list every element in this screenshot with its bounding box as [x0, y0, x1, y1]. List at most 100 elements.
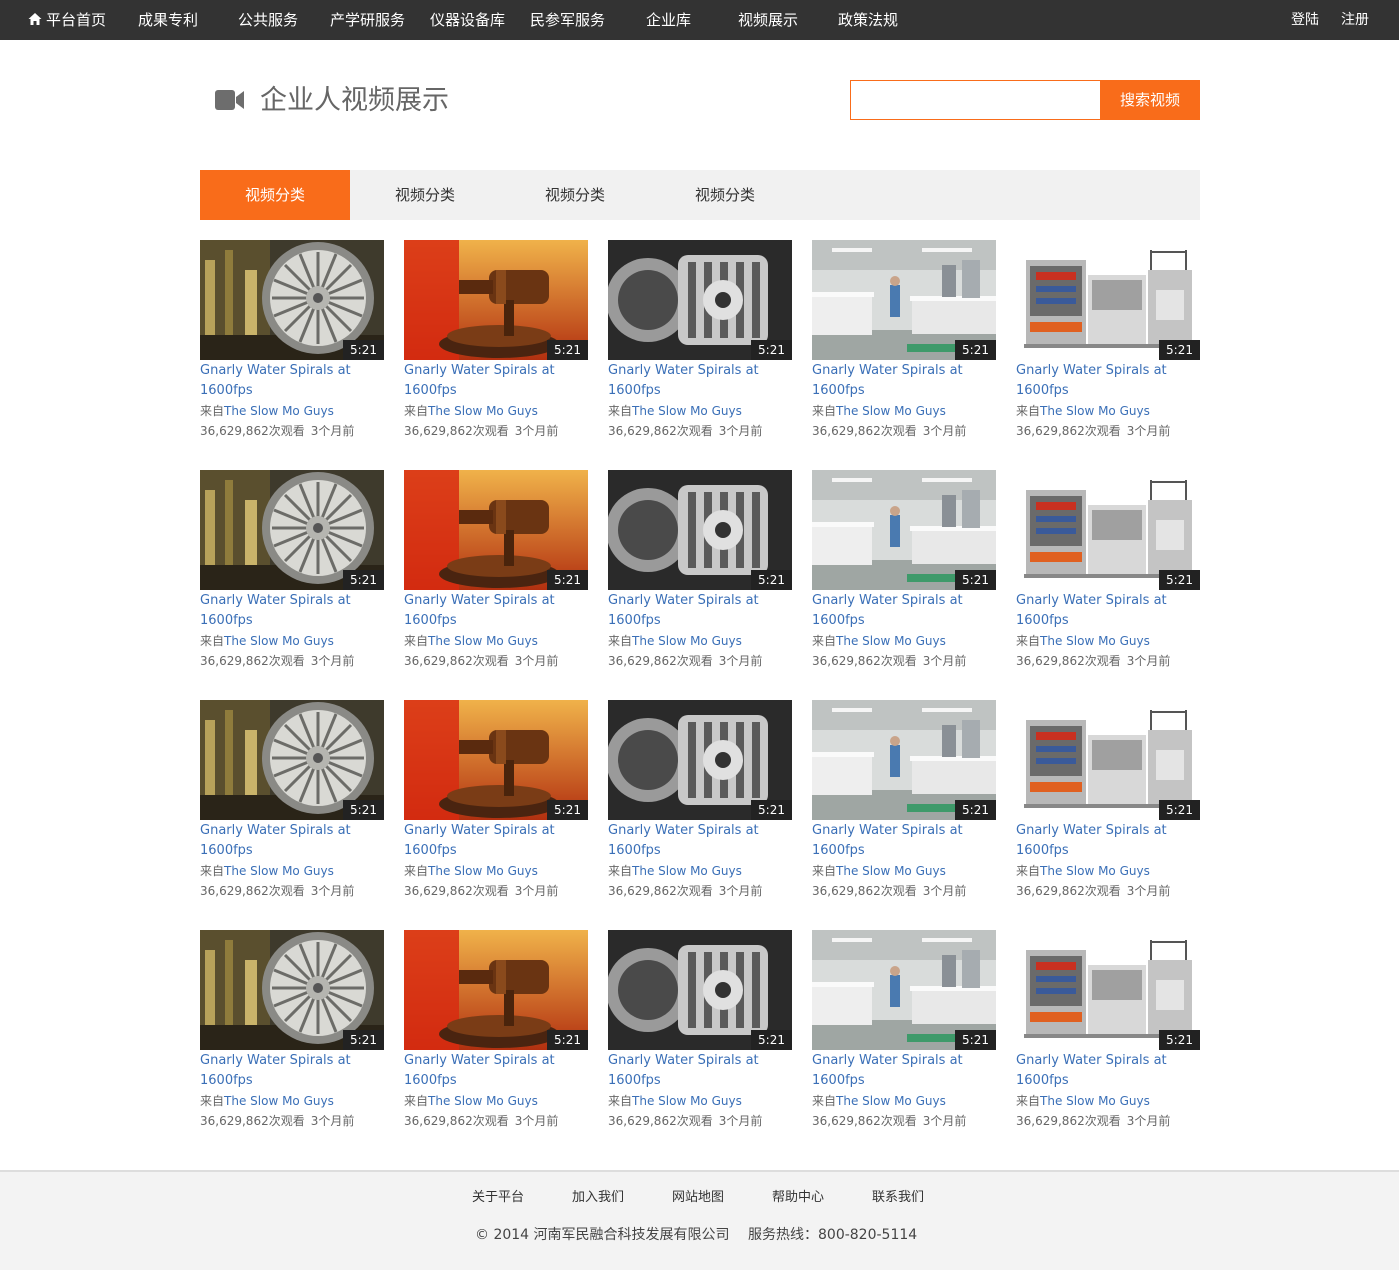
- video-thumbnail-jet-engine[interactable]: 5:21: [200, 470, 384, 590]
- tab-category-4[interactable]: 视频分类: [650, 170, 800, 220]
- tab-category-3[interactable]: 视频分类: [500, 170, 650, 220]
- nav-item-patents[interactable]: 成果专利: [138, 0, 198, 40]
- video-title[interactable]: Gnarly Water Spirals at 1600fps: [404, 821, 588, 861]
- video-card[interactable]: 5:21 Gnarly Water Spirals at 1600fps 来自The…: [1016, 470, 1200, 680]
- tab-category-2[interactable]: 视频分类: [350, 170, 500, 220]
- footer-link-help[interactable]: 帮助中心: [772, 1186, 824, 1205]
- video-card[interactable]: 5:21 Gnarly Water Spirals at 1600fps 来自The…: [200, 700, 384, 910]
- video-title[interactable]: Gnarly Water Spirals at 1600fps: [1016, 1051, 1200, 1091]
- video-card[interactable]: 5:21 Gnarly Water Spirals at 1600fps 来自The…: [608, 470, 792, 680]
- video-card[interactable]: 5:21 Gnarly Water Spirals at 1600fps 来自The…: [812, 470, 996, 680]
- channel-link[interactable]: The Slow Mo Guys: [632, 404, 742, 418]
- footer-link-join[interactable]: 加入我们: [572, 1186, 624, 1205]
- video-title[interactable]: Gnarly Water Spirals at 1600fps: [608, 591, 792, 631]
- video-card[interactable]: 5:21 Gnarly Water Spirals at 1600fps 来自The…: [404, 700, 588, 910]
- nav-item-enterprises[interactable]: 企业库: [646, 0, 691, 40]
- footer-link-sitemap[interactable]: 网站地图: [672, 1186, 724, 1205]
- video-title[interactable]: Gnarly Water Spirals at 1600fps: [200, 591, 384, 631]
- nav-item-research-services[interactable]: 产学研服务: [330, 0, 405, 40]
- channel-link[interactable]: The Slow Mo Guys: [632, 1094, 742, 1108]
- video-thumbnail-gavel[interactable]: 5:21: [404, 240, 588, 360]
- video-thumbnail-laboratory[interactable]: 5:21: [812, 930, 996, 1050]
- channel-link[interactable]: The Slow Mo Guys: [836, 864, 946, 878]
- video-thumbnail-printing-press[interactable]: 5:21: [1016, 470, 1200, 590]
- footer-link-about[interactable]: 关于平台: [472, 1186, 524, 1205]
- channel-link[interactable]: The Slow Mo Guys: [836, 1094, 946, 1108]
- video-thumbnail-gavel[interactable]: 5:21: [404, 700, 588, 820]
- video-title[interactable]: Gnarly Water Spirals at 1600fps: [404, 591, 588, 631]
- channel-link[interactable]: The Slow Mo Guys: [1040, 634, 1150, 648]
- video-title[interactable]: Gnarly Water Spirals at 1600fps: [200, 821, 384, 861]
- video-thumbnail-jet-engine[interactable]: 5:21: [200, 700, 384, 820]
- video-thumbnail-gearbox[interactable]: 5:21: [608, 240, 792, 360]
- search-input[interactable]: [850, 80, 1100, 120]
- channel-link[interactable]: The Slow Mo Guys: [224, 864, 334, 878]
- nav-item-equipment[interactable]: 仪器设备库: [430, 0, 505, 40]
- channel-link[interactable]: The Slow Mo Guys: [1040, 864, 1150, 878]
- channel-link[interactable]: The Slow Mo Guys: [428, 634, 538, 648]
- video-title[interactable]: Gnarly Water Spirals at 1600fps: [1016, 821, 1200, 861]
- video-card[interactable]: 5:21 Gnarly Water Spirals at 1600fps 来自The…: [404, 470, 588, 680]
- video-card[interactable]: 5:21 Gnarly Water Spirals at 1600fps 来自The…: [608, 930, 792, 1140]
- video-thumbnail-laboratory[interactable]: 5:21: [812, 700, 996, 820]
- video-card[interactable]: 5:21 Gnarly Water Spirals at 1600fps 来自The…: [812, 700, 996, 910]
- nav-item-policies[interactable]: 政策法规: [838, 0, 898, 40]
- video-card[interactable]: 5:21 Gnarly Water Spirals at 1600fps 来自The…: [200, 240, 384, 450]
- nav-item-home[interactable]: 平台首页: [28, 0, 106, 40]
- video-thumbnail-jet-engine[interactable]: 5:21: [200, 930, 384, 1050]
- channel-link[interactable]: The Slow Mo Guys: [836, 634, 946, 648]
- video-title[interactable]: Gnarly Water Spirals at 1600fps: [200, 361, 384, 401]
- video-thumbnail-gearbox[interactable]: 5:21: [608, 700, 792, 820]
- channel-link[interactable]: The Slow Mo Guys: [428, 864, 538, 878]
- video-thumbnail-printing-press[interactable]: 5:21: [1016, 700, 1200, 820]
- footer-link-contact[interactable]: 联系我们: [872, 1186, 924, 1205]
- video-title[interactable]: Gnarly Water Spirals at 1600fps: [608, 1051, 792, 1091]
- video-title[interactable]: Gnarly Water Spirals at 1600fps: [812, 821, 996, 861]
- channel-link[interactable]: The Slow Mo Guys: [836, 404, 946, 418]
- channel-link[interactable]: The Slow Mo Guys: [428, 404, 538, 418]
- video-title[interactable]: Gnarly Water Spirals at 1600fps: [812, 591, 996, 631]
- video-title[interactable]: Gnarly Water Spirals at 1600fps: [404, 1051, 588, 1091]
- video-title[interactable]: Gnarly Water Spirals at 1600fps: [200, 1051, 384, 1091]
- search-video-button[interactable]: 搜索视频: [1100, 80, 1200, 120]
- nav-item-videos[interactable]: 视频展示: [738, 0, 798, 40]
- channel-link[interactable]: The Slow Mo Guys: [224, 634, 334, 648]
- video-thumbnail-printing-press[interactable]: 5:21: [1016, 930, 1200, 1050]
- video-title[interactable]: Gnarly Water Spirals at 1600fps: [1016, 591, 1200, 631]
- channel-link[interactable]: The Slow Mo Guys: [1040, 404, 1150, 418]
- video-card[interactable]: 5:21 Gnarly Water Spirals at 1600fps 来自The…: [1016, 240, 1200, 450]
- channel-link[interactable]: The Slow Mo Guys: [1040, 1094, 1150, 1108]
- video-title[interactable]: Gnarly Water Spirals at 1600fps: [608, 361, 792, 401]
- video-title[interactable]: Gnarly Water Spirals at 1600fps: [608, 821, 792, 861]
- video-card[interactable]: 5:21 Gnarly Water Spirals at 1600fps 来自The…: [1016, 700, 1200, 910]
- channel-link[interactable]: The Slow Mo Guys: [632, 634, 742, 648]
- video-card[interactable]: 5:21 Gnarly Water Spirals at 1600fps 来自The…: [812, 930, 996, 1140]
- video-thumbnail-laboratory[interactable]: 5:21: [812, 470, 996, 590]
- register-link[interactable]: 注册: [1341, 0, 1369, 40]
- video-title[interactable]: Gnarly Water Spirals at 1600fps: [812, 361, 996, 401]
- video-thumbnail-gearbox[interactable]: 5:21: [608, 470, 792, 590]
- video-card[interactable]: 5:21 Gnarly Water Spirals at 1600fps 来自The…: [200, 930, 384, 1140]
- video-title[interactable]: Gnarly Water Spirals at 1600fps: [1016, 361, 1200, 401]
- video-thumbnail-gavel[interactable]: 5:21: [404, 470, 588, 590]
- video-thumbnail-gavel[interactable]: 5:21: [404, 930, 588, 1050]
- video-thumbnail-printing-press[interactable]: 5:21: [1016, 240, 1200, 360]
- nav-item-military-services[interactable]: 民参军服务: [530, 0, 605, 40]
- tab-category-1[interactable]: 视频分类: [200, 170, 350, 220]
- video-title[interactable]: Gnarly Water Spirals at 1600fps: [812, 1051, 996, 1091]
- login-link[interactable]: 登陆: [1291, 0, 1319, 40]
- video-thumbnail-gearbox[interactable]: 5:21: [608, 930, 792, 1050]
- video-card[interactable]: 5:21 Gnarly Water Spirals at 1600fps 来自The…: [812, 240, 996, 450]
- channel-link[interactable]: The Slow Mo Guys: [224, 404, 334, 418]
- video-card[interactable]: 5:21 Gnarly Water Spirals at 1600fps 来自The…: [404, 240, 588, 450]
- channel-link[interactable]: The Slow Mo Guys: [632, 864, 742, 878]
- channel-link[interactable]: The Slow Mo Guys: [224, 1094, 334, 1108]
- video-card[interactable]: 5:21 Gnarly Water Spirals at 1600fps 来自The…: [608, 700, 792, 910]
- video-card[interactable]: 5:21 Gnarly Water Spirals at 1600fps 来自The…: [608, 240, 792, 450]
- video-thumbnail-jet-engine[interactable]: 5:21: [200, 240, 384, 360]
- nav-item-public-services[interactable]: 公共服务: [238, 0, 298, 40]
- video-card[interactable]: 5:21 Gnarly Water Spirals at 1600fps 来自The…: [200, 470, 384, 680]
- video-thumbnail-laboratory[interactable]: 5:21: [812, 240, 996, 360]
- channel-link[interactable]: The Slow Mo Guys: [428, 1094, 538, 1108]
- video-title[interactable]: Gnarly Water Spirals at 1600fps: [404, 361, 588, 401]
